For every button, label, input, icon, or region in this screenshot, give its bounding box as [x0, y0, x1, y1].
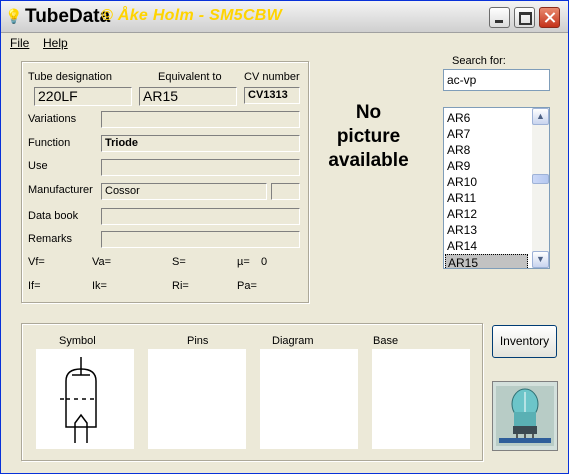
scroll-up-icon[interactable]: ▲ [532, 108, 549, 125]
minimize-button[interactable] [489, 7, 510, 28]
window-title: TubeData [25, 6, 111, 27]
data-book-field[interactable] [101, 208, 300, 225]
tube-listbox[interactable]: AR6 AR7 AR8 AR9 AR10 AR11 AR12 AR13 AR14… [443, 107, 550, 269]
variations-label: Variations [28, 113, 77, 125]
menu-file[interactable]: File [10, 36, 29, 50]
menu-help-label: Help [43, 36, 68, 50]
use-label: Use [28, 160, 48, 172]
cv-number-label: CV number [244, 71, 300, 83]
scroll-down-icon[interactable]: ▼ [532, 251, 549, 268]
tubedata-window: 💡 TubeData © Åke Holm - SM5CBW File Help… [0, 0, 569, 474]
list-item[interactable]: AR12 [447, 206, 477, 222]
manufacturer-label: Manufacturer [28, 184, 93, 196]
window-subtitle: © Åke Holm - SM5CBW [101, 7, 283, 24]
no-picture-line3: available [328, 150, 409, 171]
menu-bar: File Help [1, 33, 568, 53]
base-box [372, 349, 470, 449]
equivalent-label: Equivalent to [158, 71, 222, 83]
tube-logo-icon [493, 382, 557, 450]
symbol-label: Symbol [59, 335, 96, 347]
pins-label: Pins [187, 335, 209, 347]
tube-data-panel: Tube designation Equivalent to CV number… [21, 61, 309, 303]
scroll-thumb[interactable] [532, 174, 549, 184]
function-label: Function [28, 137, 71, 149]
maximize-button[interactable] [514, 7, 535, 28]
pins-box [148, 349, 246, 449]
list-item[interactable]: AR9 [447, 158, 470, 174]
list-item[interactable]: AR8 [447, 142, 470, 158]
list-item[interactable]: AR14 [447, 238, 477, 254]
remarks-label: Remarks [28, 233, 73, 245]
menu-file-label: File [10, 36, 30, 50]
search-label: Search for: [452, 55, 506, 67]
no-picture-placeholder: No picture available [311, 101, 426, 173]
menu-help[interactable]: Help [43, 36, 68, 50]
data-book-label: Data book [28, 210, 79, 222]
search-input[interactable]: ac-vp [443, 69, 550, 91]
symbol-box [36, 349, 134, 449]
ik-label: Ik= [92, 280, 107, 292]
mu-value: 0 [261, 256, 268, 268]
s-label: S= [172, 256, 186, 268]
remarks-field[interactable] [101, 231, 300, 248]
list-item[interactable]: AR10 [447, 174, 477, 190]
list-item[interactable]: AR13 [447, 222, 477, 238]
function-field[interactable]: Triode [101, 135, 300, 152]
ri-label: Ri= [172, 280, 189, 292]
mu-label: µ= [237, 256, 250, 268]
triode-symbol-icon [60, 357, 97, 443]
inventory-button[interactable]: Inventory [492, 325, 557, 358]
diagram-box [260, 349, 358, 449]
tube-designation-label: Tube designation [28, 71, 112, 83]
no-picture-line2: picture [336, 126, 401, 147]
va-label: Va= [92, 256, 112, 268]
tube-logo-image [492, 381, 558, 451]
tube-app-icon[interactable]: 💡 [5, 8, 22, 24]
list-item[interactable]: AR6 [447, 110, 470, 126]
base-label: Base [373, 335, 399, 347]
close-button[interactable] [539, 7, 560, 28]
variations-field[interactable] [101, 111, 300, 128]
tube-designation-field[interactable]: 220LF [34, 87, 132, 106]
cv-number-field[interactable]: CV1313 [244, 87, 300, 104]
no-picture-line1: No [355, 102, 382, 123]
list-item[interactable]: AR7 [447, 126, 470, 142]
diagram-label: Diagram [272, 335, 314, 347]
manufacturer-field[interactable]: Cossor [101, 183, 267, 200]
manufacturer-extra-field[interactable] [271, 183, 300, 200]
use-field[interactable] [101, 159, 300, 176]
vf-label: Vf= [28, 256, 45, 268]
if-label: If= [28, 280, 41, 292]
list-item-selected[interactable]: AR15 [445, 254, 528, 268]
pa-label: Pa= [237, 280, 257, 292]
list-item[interactable]: AR11 [447, 190, 476, 206]
list-scrollbar[interactable]: ▲ ▼ [532, 108, 549, 268]
equivalent-field[interactable]: AR15 [139, 87, 237, 106]
title-bar[interactable]: 💡 TubeData © Åke Holm - SM5CBW [1, 1, 568, 33]
